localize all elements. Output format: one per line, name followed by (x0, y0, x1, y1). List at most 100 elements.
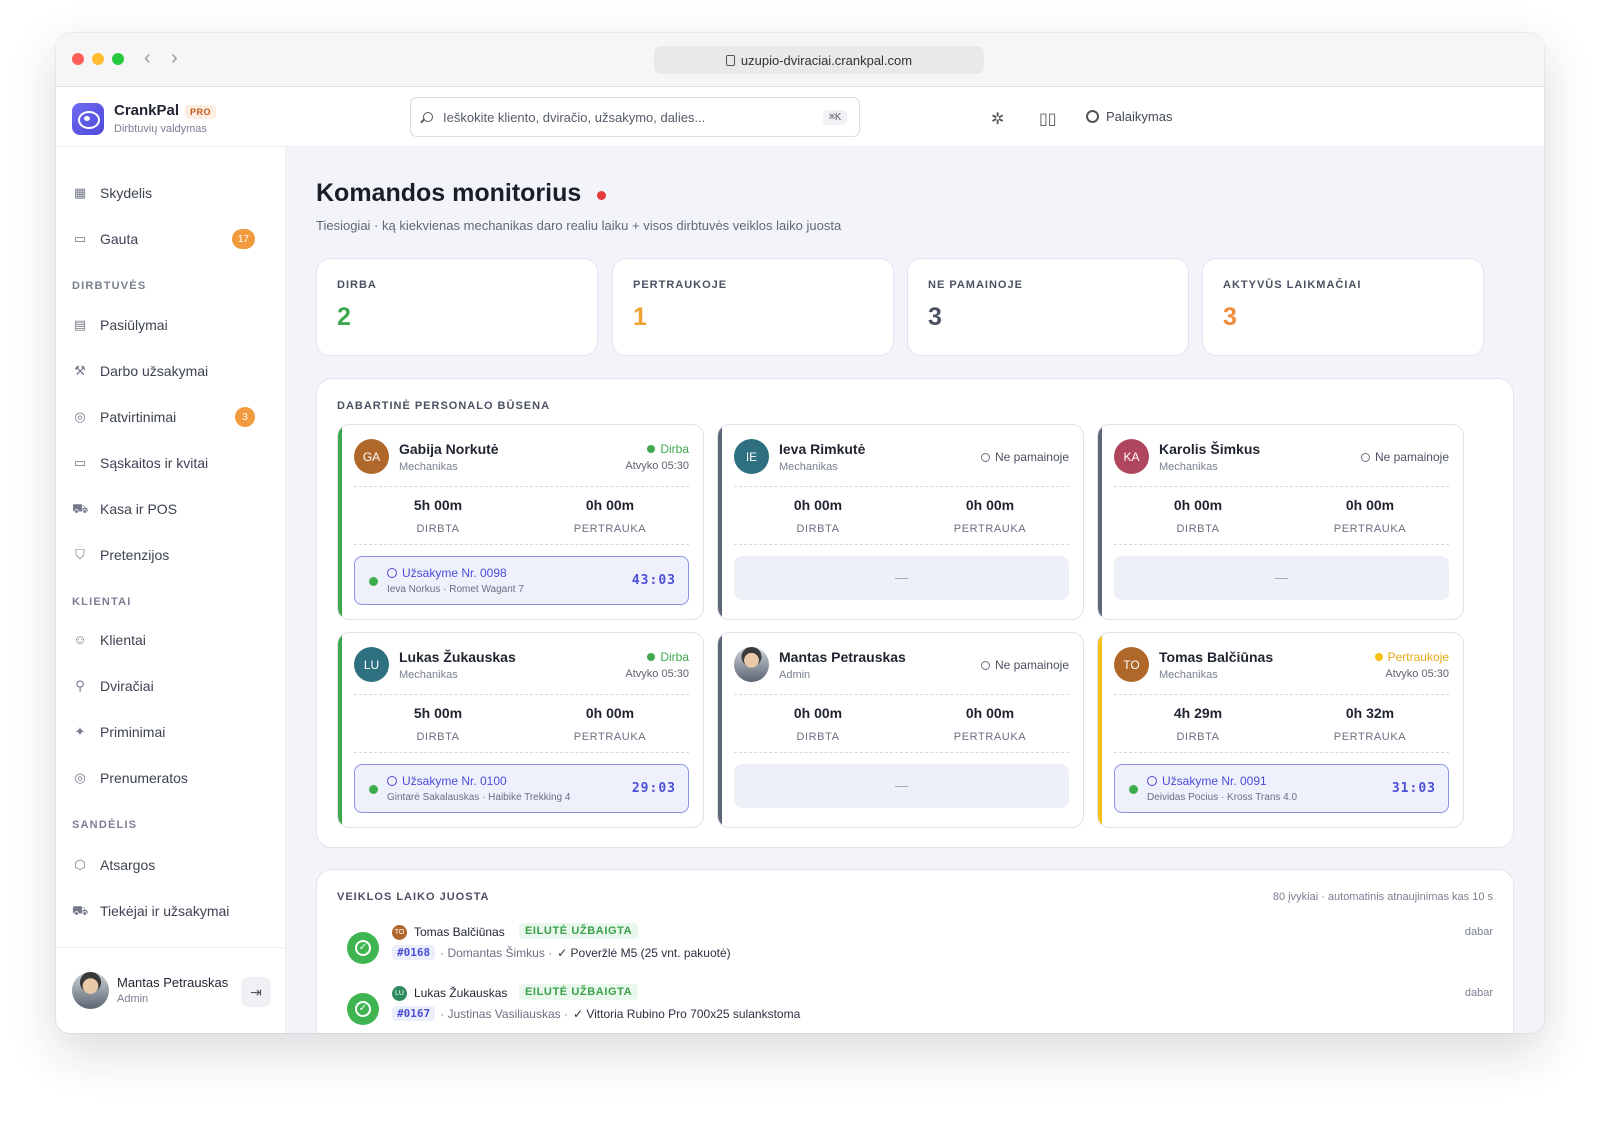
stat-card-off-shift: NE PAMAINOJE 3 (907, 258, 1189, 356)
nav-label: Pasiūlymai (100, 317, 168, 333)
divider (1114, 544, 1449, 545)
active-job[interactable]: Užsakyme Nr. 0098 Ieva Norkus · Romet Wa… (354, 556, 689, 605)
worked-value: 0h 00m (1173, 497, 1223, 513)
bug-report-icon[interactable]: ✲ (991, 109, 1004, 129)
staff-card[interactable]: LU Lukas Žukauskas Mechanikas Dirba Atvy… (337, 632, 704, 828)
no-active-job: — (734, 764, 1069, 808)
staff-card[interactable]: KA Karolis Šimkus Mechanikas Ne pamainoj… (1097, 424, 1464, 620)
avatar[interactable] (72, 972, 109, 1009)
timeline-event[interactable]: ✓ LU Lukas Žukauskas EILUTĖ UŽBAIGTA #01… (347, 984, 1493, 1033)
break-value: 0h 00m (965, 497, 1015, 513)
crankpal-logo-icon (72, 102, 104, 135)
nav-item-dviraciai[interactable]: ⚲ Dviračiai (72, 669, 269, 703)
break-value: 0h 00m (965, 705, 1015, 721)
docs-book-icon[interactable]: ▯▯ (1039, 109, 1057, 129)
worked-value: 5h 00m (413, 497, 463, 513)
nav-label: Darbo užsakymai (100, 363, 209, 379)
truck-icon: ⛟ (72, 903, 89, 918)
stat-value: 3 (1223, 303, 1237, 331)
status-stripe (338, 633, 342, 827)
nav-item-darbo-uzsakymai[interactable]: ⚒ Darbo užsakymai (72, 354, 269, 388)
nav-label: Dviračiai (100, 678, 154, 694)
off-shift-ring-icon (980, 660, 990, 670)
status-text: Pertraukoje (1387, 650, 1449, 664)
nav-item-pretenzijos[interactable]: ⛉ Pretenzijos (72, 538, 269, 572)
stat-card-active-timers: AKTYVŪS LAIKMAČIAI 3 (1202, 258, 1484, 356)
support-link[interactable]: Palaikymas (1086, 109, 1172, 124)
forward-arrow-icon[interactable]: › (171, 47, 178, 69)
avatar: LU (354, 647, 389, 682)
worked-value: 4h 29m (1173, 705, 1223, 721)
event-type-badge: EILUTĖ UŽBAIGTA (519, 984, 639, 1000)
status-stripe (1098, 425, 1102, 619)
logout-button[interactable]: ⇥ (241, 977, 271, 1007)
nav-item-pasiulymai[interactable]: ▤ Pasiūlymai (72, 308, 269, 342)
no-active-job: — (1114, 556, 1449, 600)
nav-item-saskaitos[interactable]: ▭ Sąskaitos ir kvitai (72, 446, 269, 480)
no-active-job: — (734, 556, 1069, 600)
running-dot-icon (369, 577, 378, 586)
maximize-window-button[interactable] (112, 53, 124, 65)
check-circle-icon: ◎ (74, 770, 86, 785)
search-input[interactable]: Ieškokite kliento, dviračio, užsakymo, d… (443, 110, 813, 125)
timer-icon (387, 776, 397, 786)
worked-label: DIRBTA (796, 523, 840, 535)
plan-badge: PRO (185, 105, 217, 119)
page-title: Komandos monitorius (316, 179, 607, 208)
active-job[interactable]: Užsakyme Nr. 0100 Gintarė Sakalauskas · … (354, 764, 689, 813)
nav-item-gauta[interactable]: ▭ Gauta 17 (72, 222, 269, 256)
worked-metric: 5h 00m DIRBTA (358, 705, 518, 743)
activity-timeline-panel: VEIKLOS LAIKO JUOSTA 80 įvykiai · automa… (316, 869, 1514, 1033)
nav-item-kasa[interactable]: ⛟ Kasa ir POS (72, 492, 269, 526)
box-icon: ⬡ (74, 857, 86, 872)
timeline-event[interactable]: ✓ TO Tomas Balčiūnas EILUTĖ UŽBAIGTA #01… (347, 923, 1493, 974)
divider (354, 486, 689, 487)
nav-item-tiekejai[interactable]: ⛟ Tiekėjai ir užsakymai (72, 894, 269, 928)
job-timer: 29:03 (631, 781, 676, 796)
active-job[interactable]: Užsakyme Nr. 0091 Deividas Pocius · Kros… (1114, 764, 1449, 813)
staff-card[interactable]: TO Tomas Balčiūnas Mechanikas Pertraukoj… (1097, 632, 1464, 828)
nav-label: Tiekėjai ir užsakymai (100, 903, 230, 919)
event-customer: · Justinas Vasiliauskas · (440, 1006, 568, 1021)
staff-card[interactable]: IE Ieva Rimkutė Mechanikas Ne pamainoje … (717, 424, 1084, 620)
search-icon (423, 112, 433, 122)
break-label: PERTRAUKA (573, 523, 647, 535)
sidebar: ▦ Skydelis ▭ Gauta 17 DIRBTUVĖS ▤ Pasiūl… (56, 147, 286, 1033)
close-window-button[interactable] (72, 53, 84, 65)
break-metric: 0h 00m PERTRAUKA (530, 705, 690, 743)
divider (354, 752, 689, 753)
break-label: PERTRAUKA (953, 523, 1027, 535)
address-bar[interactable]: uzupio-dviraciai.crankpal.com (654, 46, 984, 74)
completed-check-icon: ✓ (347, 993, 379, 1025)
order-link[interactable]: #0168 (392, 945, 436, 960)
staff-role: Admin (779, 669, 811, 681)
nav-label: Priminimai (100, 724, 166, 740)
global-search[interactable]: Ieškokite kliento, dviračio, užsakymo, d… (410, 97, 860, 137)
support-label: Palaikymas (1106, 109, 1173, 124)
nav-item-klientai[interactable]: ☺ Klientai (72, 623, 269, 657)
brand[interactable]: CrankPal PRO Dirbtuvių valdymas (72, 102, 217, 135)
break-value: 0h 32m (1345, 705, 1395, 721)
avatar: GA (354, 439, 389, 474)
event-customer: · Domantas Šimkus · (440, 945, 553, 960)
back-arrow-icon[interactable]: ‹ (144, 47, 151, 69)
panel-title: VEIKLOS LAIKO JUOSTA (337, 891, 490, 903)
minimize-window-button[interactable] (92, 53, 104, 65)
running-dot-icon (369, 785, 378, 794)
staff-card[interactable]: GA Gabija Norkutė Mechanikas Dirba Atvyk… (337, 424, 704, 620)
staff-name: Karolis Šimkus (1159, 441, 1261, 457)
staff-status-panel: DABARTINĖ PERSONALO BŪSENA GA Gabija Nor… (316, 378, 1514, 848)
avatar (734, 647, 769, 682)
nav-item-patvirtinimai[interactable]: ◎ Patvirtinimai 3 (72, 400, 269, 434)
nav-item-priminimai[interactable]: ✦ Priminimai (72, 715, 269, 749)
staff-card[interactable]: Mantas Petrauskas Admin Ne pamainoje 0h … (717, 632, 1084, 828)
nav-item-atsargos[interactable]: ⬡ Atsargos (72, 848, 269, 882)
nav-item-skydelis[interactable]: ▦ Skydelis (72, 176, 269, 210)
nav-label: Prenumeratos (100, 770, 188, 786)
nav-item-prenumeratos[interactable]: ◎ Prenumeratos (72, 761, 269, 795)
divider (1114, 486, 1449, 487)
staff-name: Lukas Žukauskas (399, 649, 516, 665)
order-link[interactable]: #0167 (392, 1006, 436, 1021)
nav-label: Klientai (100, 632, 146, 648)
worked-metric: 4h 29m DIRBTA (1118, 705, 1278, 743)
